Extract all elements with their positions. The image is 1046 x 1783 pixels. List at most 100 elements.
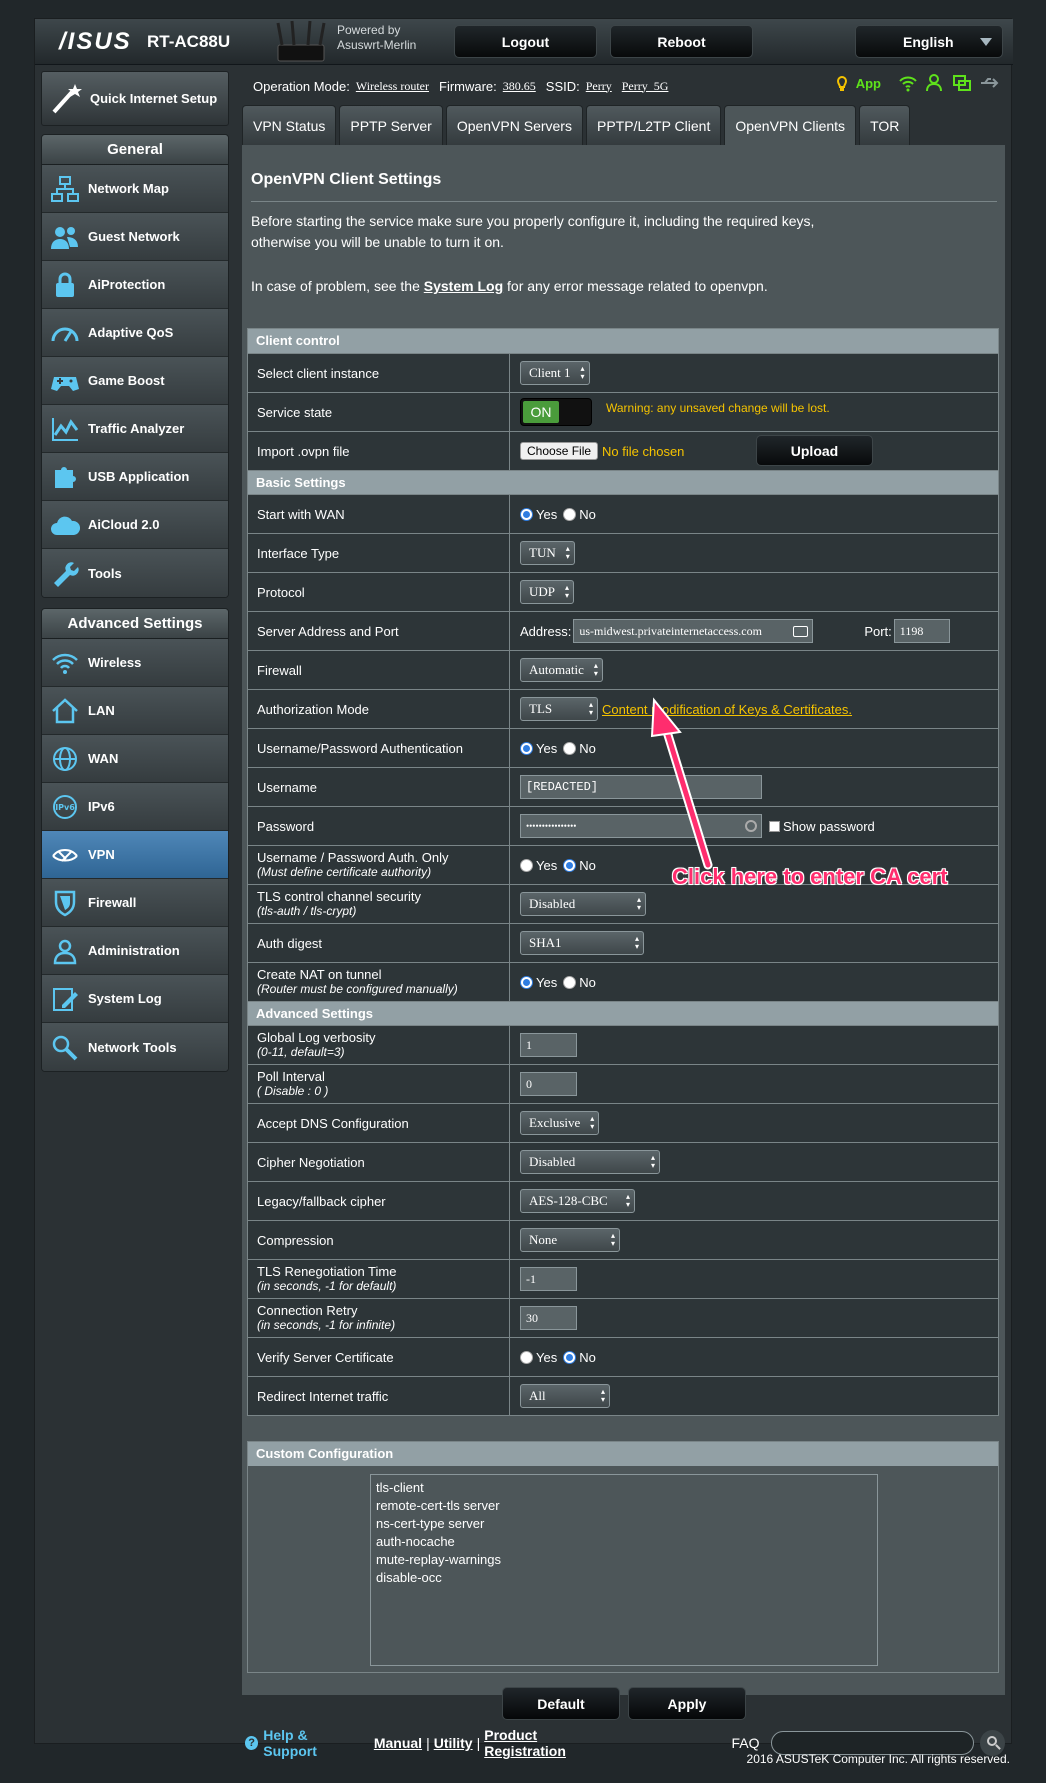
nat-yes-radio[interactable] bbox=[520, 975, 533, 989]
tab-vpn-status[interactable]: VPN Status bbox=[242, 105, 337, 145]
redirect-traffic-select[interactable]: All bbox=[520, 1384, 610, 1408]
sidebar-item-label: Network Tools bbox=[88, 1039, 177, 1055]
password-input[interactable]: •••••••••••••••• bbox=[520, 814, 762, 838]
utility-link[interactable]: Utility bbox=[434, 1735, 473, 1751]
ssid-link-1[interactable]: Perry bbox=[586, 79, 612, 94]
tab-openvpn-servers[interactable]: OpenVPN Servers bbox=[445, 105, 583, 145]
status-icons: App bbox=[835, 74, 999, 92]
firmware-link[interactable]: 380.65 bbox=[503, 79, 536, 94]
choose-file-button[interactable]: Choose File bbox=[520, 442, 599, 460]
sidebar-item-vpn[interactable]: VPN bbox=[42, 831, 228, 879]
setting-label: Authorization Mode bbox=[248, 690, 510, 728]
language-select[interactable]: English bbox=[855, 25, 1003, 58]
tab-tor[interactable]: TOR bbox=[859, 105, 911, 145]
lightbulb-icon[interactable] bbox=[835, 74, 849, 92]
port-input[interactable]: 1198 bbox=[893, 619, 950, 643]
sidebar-item-label: Adaptive QoS bbox=[88, 325, 174, 340]
userpass-only-yes-radio[interactable] bbox=[520, 858, 533, 872]
problem-text: In case of problem, see the System Log f… bbox=[251, 278, 768, 294]
manual-link[interactable]: Manual bbox=[374, 1735, 422, 1751]
section-title: Basic Settings bbox=[248, 470, 998, 494]
client-instance-select[interactable]: Client 1 bbox=[520, 361, 590, 385]
server-address-input[interactable]: us-midwest.privateinternetaccess.com bbox=[573, 619, 814, 643]
firewall-select[interactable]: Automatic bbox=[520, 658, 603, 682]
sidebar-item-network-tools[interactable]: Network Tools bbox=[42, 1023, 228, 1071]
label-text: Username / Password Auth. Only bbox=[257, 850, 449, 865]
userpass-yes-radio[interactable] bbox=[520, 741, 533, 755]
quick-internet-setup-button[interactable]: Quick Internet Setup bbox=[41, 71, 229, 126]
userpass-only-no-radio[interactable] bbox=[563, 858, 577, 872]
tls-reneg-input[interactable]: -1 bbox=[520, 1267, 577, 1291]
op-mode-link[interactable]: Wireless router bbox=[356, 79, 429, 94]
product-registration-link[interactable]: Product Registration bbox=[484, 1727, 615, 1759]
tls-security-select[interactable]: Disabled bbox=[520, 892, 646, 916]
label-text: Global Log verbosity bbox=[257, 1030, 376, 1045]
auth-digest-select[interactable]: SHA1 bbox=[520, 931, 644, 955]
default-button[interactable]: Default bbox=[502, 1687, 620, 1720]
powered-by: Powered by Asuswrt-Merlin bbox=[337, 23, 416, 53]
legacy-cipher-select[interactable]: AES-128-CBC bbox=[520, 1189, 635, 1213]
log-verbosity-input[interactable]: 1 bbox=[520, 1033, 577, 1057]
poll-interval-input[interactable]: 0 bbox=[520, 1072, 577, 1096]
sidebar-item-game-boost[interactable]: Game Boost bbox=[42, 357, 228, 405]
keys-certificates-link[interactable]: Content modification of Keys & Certifica… bbox=[602, 702, 852, 717]
system-log-link[interactable]: System Log bbox=[424, 278, 503, 294]
help-support-label[interactable]: Help & Support bbox=[263, 1727, 360, 1759]
sidebar-item-traffic-analyzer[interactable]: Traffic Analyzer bbox=[42, 405, 228, 453]
upload-button[interactable]: Upload bbox=[756, 435, 873, 466]
sidebar-item-tools[interactable]: Tools bbox=[42, 549, 228, 597]
auth-mode-select[interactable]: TLS bbox=[520, 697, 598, 721]
connection-retry-input[interactable]: 30 bbox=[520, 1306, 577, 1330]
sidebar-item-usb-application[interactable]: USB Application bbox=[42, 453, 228, 501]
nat-no-radio[interactable] bbox=[563, 975, 577, 989]
protocol-select[interactable]: UDP bbox=[520, 580, 575, 604]
lock-icon bbox=[48, 269, 82, 301]
setting-label: Interface Type bbox=[248, 534, 510, 572]
sidebar: Quick Internet Setup General Network Map… bbox=[41, 71, 229, 1082]
lan-status-icon[interactable] bbox=[952, 74, 972, 92]
reboot-button[interactable]: Reboot bbox=[610, 25, 753, 58]
logout-button[interactable]: Logout bbox=[454, 25, 597, 58]
sidebar-item-lan[interactable]: LAN bbox=[42, 687, 228, 735]
verify-cert-yes-radio[interactable] bbox=[520, 1350, 533, 1364]
sidebar-item-wireless[interactable]: Wireless bbox=[42, 639, 228, 687]
sidebar-item-wan[interactable]: WAN bbox=[42, 735, 228, 783]
usb-icon[interactable] bbox=[979, 74, 999, 92]
sidebar-item-ipv6[interactable]: IPv6 IPv6 bbox=[42, 783, 228, 831]
userpass-no-radio[interactable] bbox=[563, 741, 577, 755]
apply-button[interactable]: Apply bbox=[628, 1687, 746, 1720]
sidebar-item-firewall[interactable]: Firewall bbox=[42, 879, 228, 927]
sidebar-item-network-map[interactable]: Network Map bbox=[42, 165, 228, 213]
app-label[interactable]: App bbox=[856, 76, 881, 91]
tab-openvpn-clients[interactable]: OpenVPN Clients bbox=[724, 105, 857, 145]
clients-icon[interactable] bbox=[925, 74, 945, 92]
sidebar-item-adaptive-qos[interactable]: Adaptive QoS bbox=[42, 309, 228, 357]
section-title: Advanced Settings bbox=[248, 1001, 998, 1025]
ssid-link-2[interactable]: Perry_5G bbox=[622, 79, 669, 94]
service-state-toggle[interactable]: ON bbox=[520, 398, 592, 426]
sidebar-item-administration[interactable]: Administration bbox=[42, 927, 228, 975]
dns-config-select[interactable]: Exclusive bbox=[520, 1111, 600, 1135]
tab-pptp-l2tp-client[interactable]: PPTP/L2TP Client bbox=[585, 105, 722, 145]
main-panel: OpenVPN Client Settings Before starting … bbox=[242, 145, 1005, 1695]
username-input[interactable]: [REDACTED] bbox=[520, 775, 762, 799]
powered-by-label: Powered by bbox=[337, 23, 401, 37]
tab-pptp-server[interactable]: PPTP Server bbox=[339, 105, 443, 145]
sidebar-item-aiprotection[interactable]: AiProtection bbox=[42, 261, 228, 309]
sidebar-item-guest-network[interactable]: Guest Network bbox=[42, 213, 228, 261]
start-wan-yes-radio[interactable] bbox=[520, 507, 533, 521]
radio-label: No bbox=[579, 506, 596, 522]
compression-select[interactable]: None bbox=[520, 1228, 620, 1252]
top-header: /ISUS RT-AC88U Powered by Asuswrt-Merlin… bbox=[35, 19, 1013, 65]
sidebar-item-aicloud[interactable]: AiCloud 2.0 bbox=[42, 501, 228, 549]
wifi-icon bbox=[48, 647, 82, 679]
show-password-checkbox[interactable] bbox=[769, 820, 780, 832]
verify-cert-no-radio[interactable] bbox=[563, 1350, 577, 1364]
start-wan-no-radio[interactable] bbox=[563, 507, 577, 521]
cipher-negotiation-select[interactable]: Disabled bbox=[520, 1150, 660, 1174]
sidebar-item-system-log[interactable]: System Log bbox=[42, 975, 228, 1023]
wifi-status-icon[interactable] bbox=[898, 74, 918, 92]
setting-row: Connection Retry (in seconds, -1 for infi… bbox=[248, 1298, 998, 1337]
interface-type-select[interactable]: TUN bbox=[520, 541, 575, 565]
custom-config-textarea[interactable]: tls-client remote-cert-tls server ns-cer… bbox=[370, 1474, 878, 1666]
